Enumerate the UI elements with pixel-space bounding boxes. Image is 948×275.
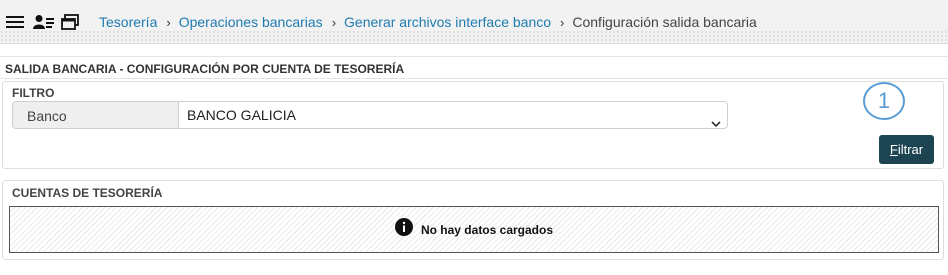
filter-button[interactable]: Filtrar	[879, 135, 934, 164]
dotted-divider	[0, 30, 948, 44]
page-title: SALIDA BANCARIA - CONFIGURACIÓN POR CUEN…	[5, 62, 405, 76]
chevron-right-icon: ›	[560, 14, 565, 30]
info-icon	[394, 218, 413, 241]
filter-button-mnemonic: F	[889, 142, 898, 157]
filter-panel-title: FILTRO	[12, 86, 55, 100]
user-card-icon[interactable]	[33, 12, 55, 32]
bank-label: Banco	[13, 102, 179, 128]
accounts-panel-title: CUENTAS DE TESORERÍA	[12, 186, 163, 200]
breadcrumb-current: Configuración salida bancaria	[572, 14, 757, 30]
bank-select-value: BANCO GALICIA	[187, 107, 296, 123]
breadcrumb-operaciones-bancarias[interactable]: Operaciones bancarias	[179, 14, 323, 30]
step-number-badge: 1	[863, 82, 905, 120]
breadcrumb: Tesorería › Operaciones bancarias › Gene…	[99, 14, 757, 30]
divider	[0, 78, 948, 79]
bank-select[interactable]: BANCO GALICIA	[179, 102, 727, 128]
empty-state: No hay datos cargados	[9, 206, 939, 253]
windows-icon[interactable]	[61, 12, 79, 32]
top-bar: Tesorería › Operaciones bancarias › Gene…	[0, 0, 948, 44]
chevron-down-icon	[711, 110, 721, 128]
breadcrumb-tesoreria[interactable]: Tesorería	[99, 14, 157, 30]
filter-panel: FILTRO Banco BANCO GALICIA	[2, 81, 944, 169]
breadcrumb-generar-archivos[interactable]: Generar archivos interface banco	[344, 14, 551, 30]
accounts-panel: CUENTAS DE TESORERÍA No hay datos cargad…	[2, 180, 944, 260]
menu-icon[interactable]	[6, 12, 24, 32]
bank-field: Banco BANCO GALICIA	[12, 101, 728, 129]
divider	[0, 56, 948, 57]
chevron-right-icon: ›	[331, 14, 337, 30]
filter-button-label: iltrar	[897, 142, 924, 157]
chevron-right-icon: ›	[166, 14, 171, 30]
empty-state-message: No hay datos cargados	[420, 222, 554, 237]
